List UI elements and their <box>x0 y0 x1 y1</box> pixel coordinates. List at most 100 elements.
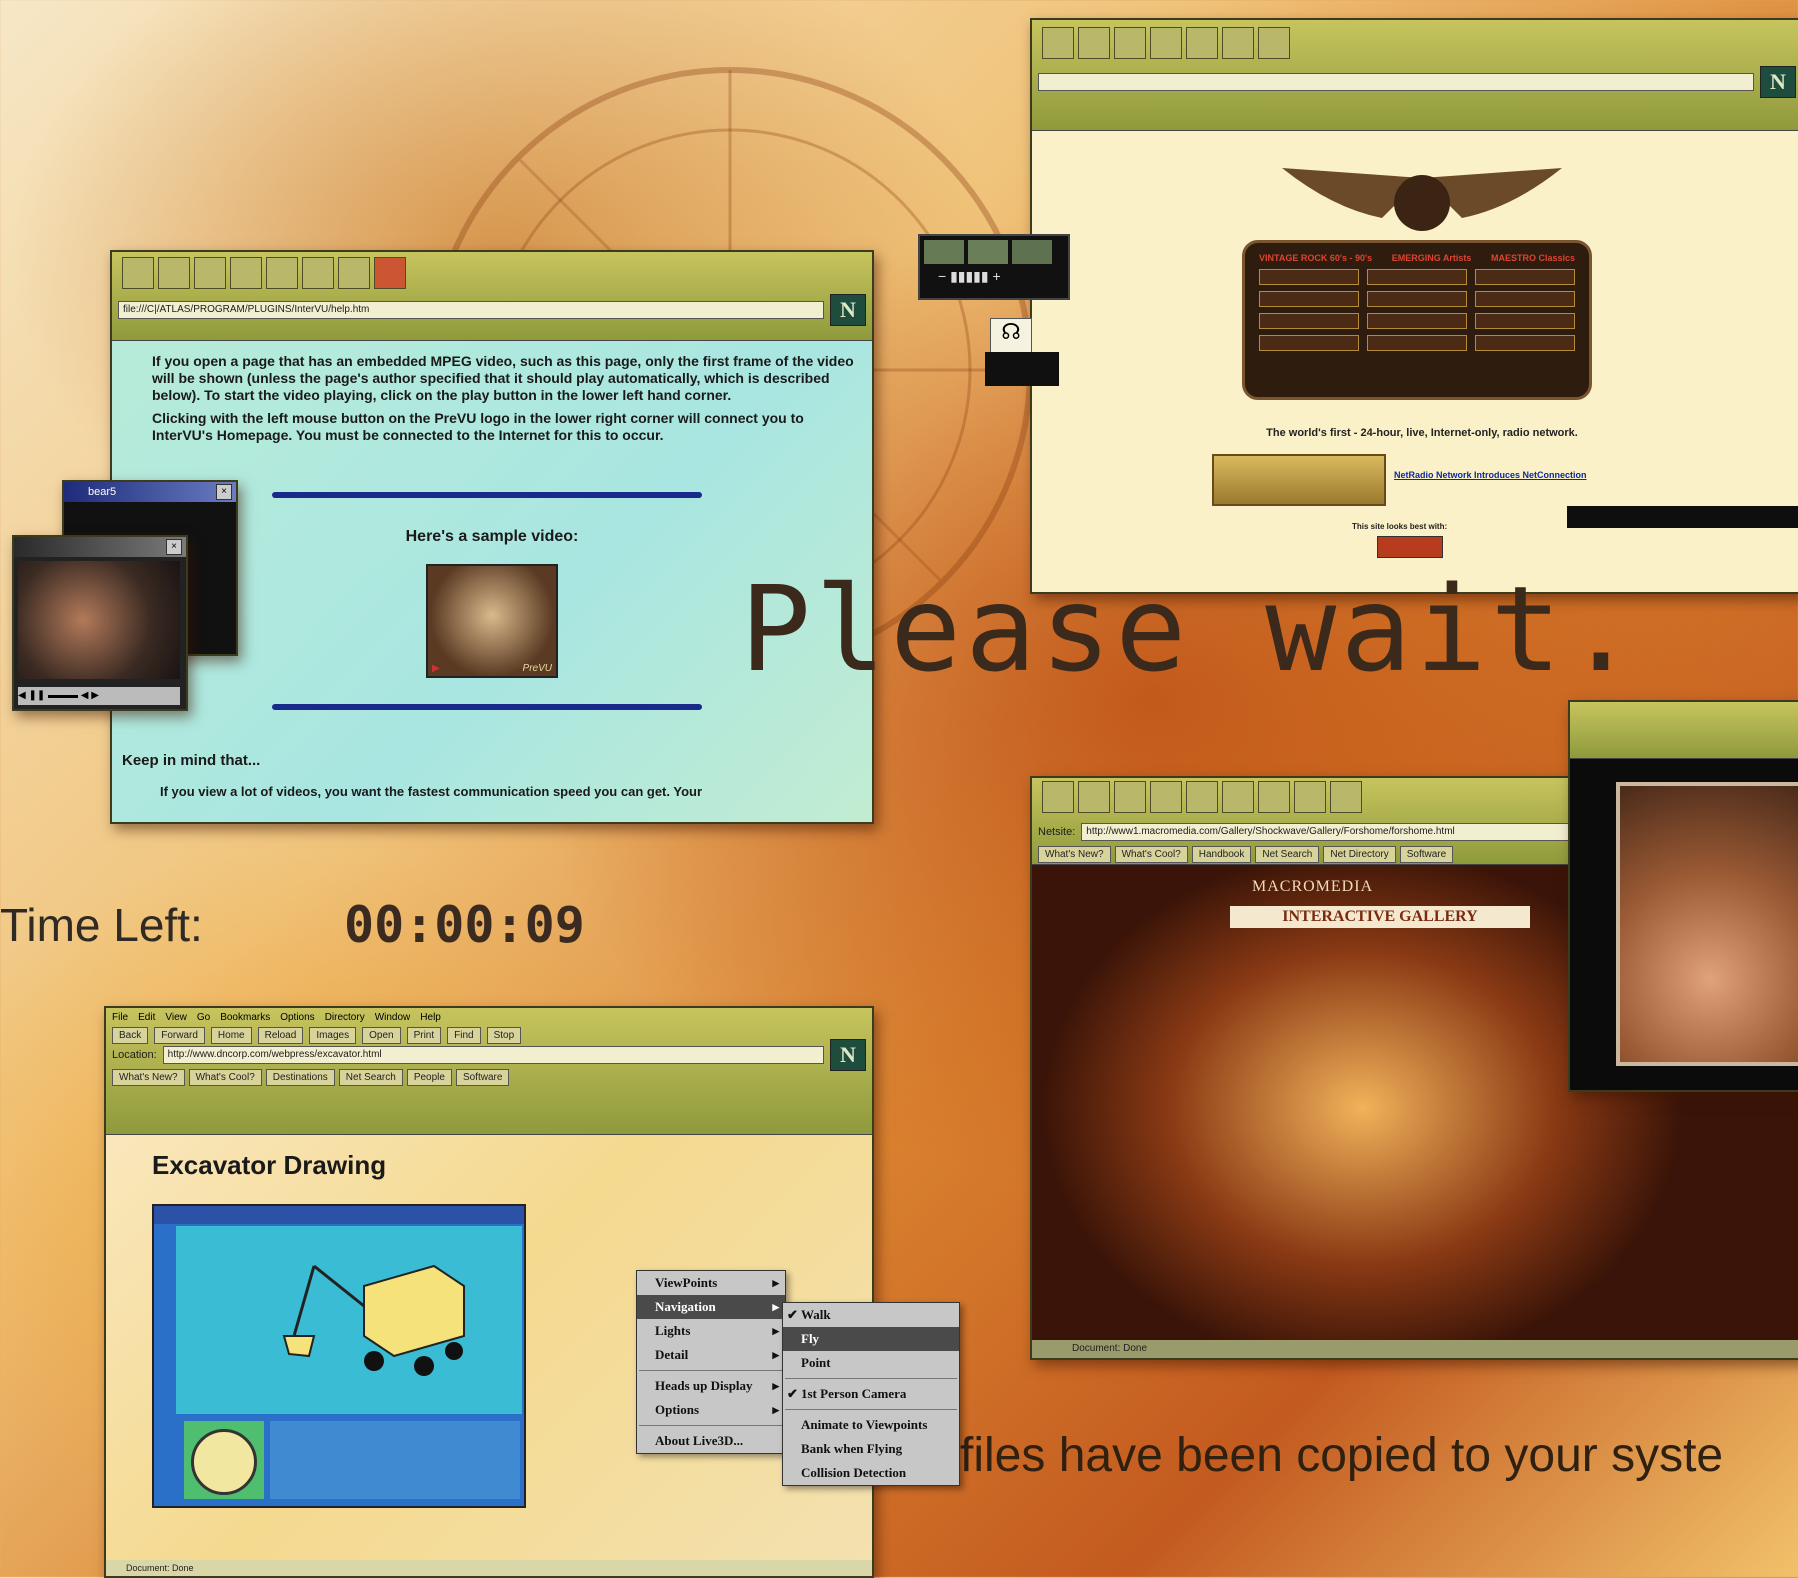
netconnection-link[interactable]: NetRadio Network Introduces NetConnectio… <box>1394 470 1587 480</box>
toolbar-button[interactable] <box>1258 27 1290 59</box>
menu-view[interactable]: View <box>165 1012 187 1023</box>
menu-item-lights[interactable]: Lights ▸ <box>637 1319 785 1343</box>
stop-icon[interactable] <box>374 257 406 289</box>
toolbar-button[interactable] <box>1078 781 1110 813</box>
window-close-button[interactable]: × <box>216 484 232 500</box>
toolbar-button[interactable] <box>194 257 226 289</box>
toolbar-button[interactable] <box>1186 27 1218 59</box>
menu-edit[interactable]: Edit <box>138 1012 155 1023</box>
nav-net-search[interactable]: Net Search <box>1255 846 1320 863</box>
submenu-collision-detection[interactable]: Collision Detection <box>783 1461 959 1485</box>
toolbar-button[interactable] <box>1078 27 1110 59</box>
menu-item-navigation[interactable]: Navigation ▸ <box>637 1295 785 1319</box>
viewer-sliders-panel[interactable] <box>270 1421 520 1499</box>
netscape-logo[interactable]: N <box>830 294 866 326</box>
toolbar-button[interactable] <box>1222 27 1254 59</box>
nav-net-search[interactable]: Net Search <box>338 1069 403 1086</box>
toolbar-stop[interactable]: Stop <box>486 1027 522 1044</box>
nav-handbook[interactable]: Handbook <box>1191 846 1252 863</box>
submenu-animate-to-viewpoints[interactable]: Animate to Viewpoints <box>783 1413 959 1437</box>
toolbar-print[interactable]: Print <box>406 1027 442 1044</box>
macromedia-brand: MACROMEDIA <box>1252 878 1374 895</box>
menu-help[interactable]: Help <box>420 1012 441 1023</box>
toolbar-button[interactable] <box>1186 781 1218 813</box>
menu-item-detail[interactable]: Detail ▸ <box>637 1343 785 1367</box>
toolbar-button[interactable] <box>1150 781 1182 813</box>
menu-window[interactable]: Window <box>375 1012 411 1023</box>
please-wait-text: Please wait. <box>740 560 1641 698</box>
menu-directory[interactable]: Directory <box>325 1012 365 1023</box>
nav-net-directory[interactable]: Net Directory <box>1323 846 1396 863</box>
toolbar-button[interactable] <box>338 257 370 289</box>
video-logo[interactable]: PreVU <box>523 663 552 674</box>
toolbar-button[interactable] <box>158 257 190 289</box>
submenu-bank-when-flying[interactable]: Bank when Flying <box>783 1437 959 1461</box>
toolbar-button[interactable] <box>230 257 262 289</box>
menu-options[interactable]: Options <box>280 1012 314 1023</box>
keep-in-mind-bullet: If you view a lot of videos, you want th… <box>160 784 703 799</box>
toolbar-forward[interactable]: Forward <box>154 1027 205 1044</box>
nav-destinations[interactable]: Destinations <box>265 1069 335 1086</box>
station-vintage-rock[interactable]: VINTAGE ROCK 60's - 90's <box>1259 253 1372 263</box>
interactive-gallery-banner[interactable]: INTERACTIVE GALLERY <box>1230 906 1530 928</box>
bear-window-title: bear5 <box>64 482 236 502</box>
nav-whats-cool[interactable]: What's Cool? <box>1114 846 1188 863</box>
location-field[interactable] <box>1038 73 1754 91</box>
toolbar-reload[interactable]: Reload <box>257 1027 304 1044</box>
location-field[interactable]: file:///C|/ATLAS/PROGRAM/PLUGINS/InterVU… <box>118 301 824 319</box>
menu-item-viewpoints[interactable]: ViewPoints ▸ <box>637 1271 785 1295</box>
toolbar-button[interactable] <box>1222 781 1254 813</box>
menu-item-options[interactable]: Options ▸ <box>637 1398 785 1422</box>
nav-software[interactable]: Software <box>1399 846 1454 863</box>
submenu-point[interactable]: Point <box>783 1351 959 1375</box>
nav-software[interactable]: Software <box>455 1069 510 1086</box>
nav-people[interactable]: People <box>406 1069 452 1086</box>
toolbar-button[interactable] <box>1114 781 1146 813</box>
nav-whats-cool[interactable]: What's Cool? <box>188 1069 262 1086</box>
nav-whats-new[interactable]: What's New? <box>1038 846 1111 863</box>
toolbar-button[interactable] <box>1042 781 1074 813</box>
plugin-speaker-icon[interactable]: ☊ <box>990 318 1032 354</box>
menu-go[interactable]: Go <box>197 1012 210 1023</box>
toolbar-home[interactable]: Home <box>210 1027 252 1044</box>
menu-item-about[interactable]: About Live3D... <box>637 1429 785 1453</box>
netscape-logo[interactable]: N <box>1760 66 1796 98</box>
nav-whats-new[interactable]: What's New? <box>112 1069 185 1086</box>
submenu-fly[interactable]: Fly <box>783 1327 959 1351</box>
toolbar-button[interactable] <box>1294 781 1326 813</box>
menu-file[interactable]: File <box>112 1012 128 1023</box>
station-emerging[interactable]: EMERGING Artists <box>1392 253 1472 263</box>
best-with-badge[interactable] <box>1377 536 1443 558</box>
viewer-control-dial[interactable] <box>184 1421 264 1499</box>
menu-item-heads-up-display[interactable]: Heads up Display ▸ <box>637 1374 785 1398</box>
submenu-walk[interactable]: ✔ Walk <box>783 1303 959 1327</box>
station-maestro[interactable]: MAESTRO Classics <box>1491 253 1575 263</box>
sample-video-player[interactable]: PreVU ▶ <box>426 564 558 678</box>
toolbar-button[interactable] <box>1330 781 1362 813</box>
play-icon[interactable]: ▶ <box>432 663 440 674</box>
toolbar-button[interactable] <box>1150 27 1182 59</box>
check-icon: ✔ <box>787 1307 798 1322</box>
toolbar-images[interactable]: Images <box>309 1027 357 1044</box>
toolbar-button[interactable] <box>1042 27 1074 59</box>
toolbar-button[interactable] <box>1114 27 1146 59</box>
toolbar-button[interactable] <box>1258 781 1290 813</box>
toolbar-button[interactable] <box>266 257 298 289</box>
window-close-button[interactable]: × <box>166 539 182 555</box>
files-copied-text: files have been copied to your syste <box>960 1429 1724 1482</box>
location-label: Netsite: <box>1038 826 1076 838</box>
toolbar-button[interactable] <box>122 257 154 289</box>
netscape-logo[interactable]: N <box>830 1039 866 1071</box>
submenu-first-person-camera[interactable]: ✔ 1st Person Camera <box>783 1382 959 1406</box>
netconnection-banner[interactable] <box>1212 454 1386 506</box>
menu-bookmarks[interactable]: Bookmarks <box>220 1012 270 1023</box>
toolbar-open[interactable]: Open <box>362 1027 401 1044</box>
toolbar-find[interactable]: Find <box>447 1027 481 1044</box>
menu-bar: File Edit View Go Bookmarks Options Dire… <box>106 1008 872 1027</box>
status-bar: Document: Done <box>106 1560 872 1576</box>
video-playback-controls[interactable]: ◀ ❚❚ ▬▬▬ ◀ ▶ <box>18 687 180 705</box>
live3d-viewer[interactable] <box>152 1204 526 1508</box>
toolbar-button[interactable] <box>302 257 334 289</box>
location-field[interactable]: http://www.dncorp.com/webpress/excavator… <box>162 1046 824 1064</box>
toolbar-back[interactable]: Back <box>112 1027 149 1044</box>
